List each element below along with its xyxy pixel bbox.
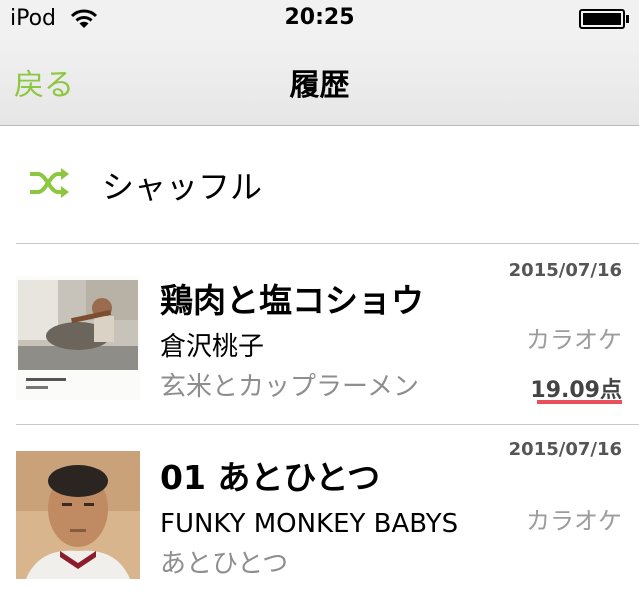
album-name: 玄米とカップラーメン [160,372,419,402]
history-row[interactable]: 01 あとひとつ FUNKY MONKEY BABYS あとひとつ 2015/0… [0,425,639,601]
shuffle-row[interactable]: シャッフル [0,126,639,244]
battery-tip [626,15,629,23]
battery-icon [579,9,625,29]
album-art [16,276,140,400]
artist-name: FUNKY MONKEY BABYS [160,509,459,539]
song-title: 鶏肉と塩コショウ [160,281,424,320]
mode-label: カラオケ [526,507,622,535]
navigation-bar: 戻る 履歴 [0,38,639,126]
date-label: 2015/07/16 [508,439,622,460]
album-name: あとひとつ [160,549,289,579]
artist-name: 倉沢桃子 [160,332,265,362]
status-bar: iPod 20:25 [0,0,639,38]
clock: 20:25 [284,5,355,30]
date-label: 2015/07/16 [508,260,622,281]
album-art [16,451,140,579]
shuffle-label: シャッフル [102,168,263,206]
shuffle-icon [30,168,69,198]
mode-label: カラオケ [526,326,622,354]
history-row[interactable]: 鶏肉と塩コショウ 倉沢桃子 玄米とカップラーメン 2015/07/16 カラオケ… [0,244,639,424]
page-title: 履歴 [289,68,350,103]
score-underline [537,400,622,404]
song-title: 01 あとひとつ [160,458,381,497]
